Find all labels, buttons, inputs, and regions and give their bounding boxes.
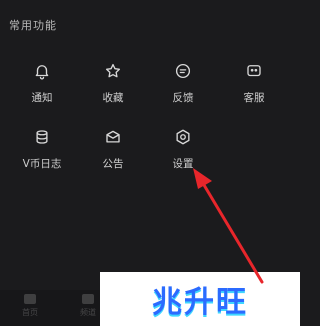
coin-log-label: V币日志 [22,158,62,170]
bell-icon [35,65,49,80]
watermark-text: 兆升旺 [152,285,248,320]
tab-home-label: 首页 [22,308,38,317]
star-icon [105,63,121,78]
section-title: 常用功能 [9,19,57,32]
tab-home[interactable]: 首页 [10,294,50,324]
annotation-arrow-shaft [202,183,264,284]
customer-service-label: 客服 [243,92,265,104]
coin-log-button[interactable]: V币日志 [12,128,72,180]
announcement-icon [106,130,120,143]
customer-service-button[interactable]: 客服 [224,62,284,114]
feedback-label: 反馈 [172,92,194,104]
announcement-label: 公告 [102,158,124,170]
notification-label: 通知 [31,92,53,104]
announcement-button[interactable]: 公告 [83,128,143,180]
settings-label: 设置 [172,158,194,170]
feedback-icon [175,63,191,79]
tab-channel-label: 频道 [80,308,96,317]
watermark: 兆升旺 [100,272,300,326]
customer-service-icon [247,65,261,77]
gear-icon [176,129,190,145]
notification-button[interactable]: 通知 [12,62,72,114]
coin-log-icon [36,130,48,144]
favorites-label: 收藏 [102,92,124,104]
favorites-button[interactable]: 收藏 [83,62,143,114]
feedback-button[interactable]: 反馈 [153,62,213,114]
home-icon [24,294,36,304]
settings-button[interactable]: 设置 [153,128,213,180]
channel-icon [82,294,94,304]
